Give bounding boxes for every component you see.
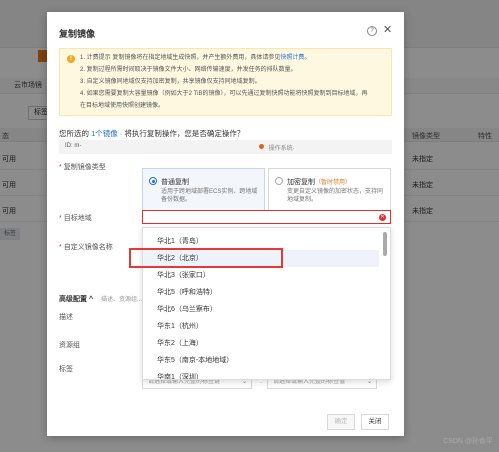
notice-text: 。 [304, 55, 311, 61]
close-icon[interactable]: ✕ [383, 24, 392, 36]
notice-line-4: 4. 如果您需要复制大容量镜像（例如大于2 TiB的镜像），可以先通过复制快照功… [80, 91, 368, 97]
normal-copy-option[interactable]: 普通复制 适用于跨地域部署ECS实例、跨地域备份数据。 [142, 168, 265, 212]
image-id: ID: m- [65, 143, 82, 149]
copy-image-dialog: 复制镜像 ? ✕ ! 1. 计费提示 复制镜像将在指定地域生成快照，并产生额外费… [47, 12, 404, 436]
help-icon[interactable]: ? [367, 26, 377, 36]
close-button[interactable]: 关闭 [361, 414, 389, 430]
image-os: · 操作系统· [265, 146, 295, 152]
region-option[interactable]: 华北5（呼和浩特） [143, 284, 379, 301]
clear-icon[interactable]: ✕ [379, 214, 386, 221]
tag-label: 标签 [59, 366, 73, 373]
custom-name-label: * 自定义镜像名称 [59, 244, 113, 251]
resource-group-label: 资源组 [59, 342, 80, 349]
advanced-config-summary: 描述、资源组... [101, 297, 143, 303]
encrypted-copy-radio[interactable] [275, 177, 283, 185]
confirm-button[interactable]: 确定 [327, 414, 355, 430]
confirm-question: 您所选的 1个镜像 · 将执行复制操作，您是否确定操作？ [59, 128, 244, 139]
warning-icon: ! [67, 55, 75, 63]
encrypted-copy-option[interactable]: 加密复制（暂时禁用） 变更自定义镜像的加密状态，支持同地域复制。 [268, 168, 391, 212]
image-id-bar: ID: m- · 操作系统· [59, 140, 392, 154]
advanced-config-toggle[interactable]: 高级配置 ^ [59, 294, 93, 304]
annotation-highlight-box [129, 248, 283, 268]
normal-copy-title: 普通复制 [161, 179, 189, 186]
description-label: 描述 [59, 314, 73, 321]
target-region-select[interactable]: ✕ [142, 210, 391, 224]
confirm-suffix: · 将执行复制操作，您是否确定操作？ [117, 129, 245, 138]
encrypted-copy-desc: 变更自定义镜像的加密状态，支持同地域复制。 [287, 189, 384, 203]
notice-line-1: 1. 计费提示 复制镜像将在指定地域生成快照，并产生额外费用，具体请参见快照计费… [80, 54, 310, 62]
selected-images-link[interactable]: 1个镜像 [91, 129, 118, 138]
target-region-label: * 目标地域 [59, 215, 92, 222]
region-option[interactable]: 华东2（上海） [143, 335, 379, 352]
notice-box: ! 1. 计费提示 复制镜像将在指定地域生成快照，并产生额外费用，具体请参见快照… [59, 48, 392, 116]
notice-line-2: 2. 复制过程所需时间取决于镜像文件大小、网络传输速度，并发任务的排队数量。 [80, 67, 297, 73]
confirm-prefix: 您所选的 [59, 129, 92, 138]
notice-line-5: 在目标地域使用快照创建镜像。 [80, 103, 165, 109]
dropdown-scrollbar[interactable] [383, 232, 387, 256]
os-icon [259, 144, 264, 149]
encrypted-copy-title: 加密复制（暂时禁用） [287, 179, 352, 186]
normal-copy-desc: 适用于跨地域部署ECS实例、跨地域备份数据。 [161, 189, 258, 203]
region-option[interactable]: 华北3（张家口） [143, 267, 379, 284]
copy-type-label: * 复制镜像类型 [59, 164, 106, 171]
notice-line-3: 3. 自定义镜像同地域仅支持加密复制，共享镜像仅支持同地域复制。 [80, 79, 261, 85]
region-option[interactable]: 华东5（南京-本地地域） [143, 352, 379, 369]
notice-text: 1. 计费提示 复制镜像将在指定地域生成快照，并产生额外费用，具体请参见 [80, 55, 281, 61]
region-option[interactable]: 华东1（杭州） [143, 318, 379, 335]
watermark: CSDN @孙俞平 [443, 438, 493, 445]
region-option[interactable]: 华南1（深圳） [143, 369, 379, 379]
snapshot-billing-link[interactable]: 快照计费 [280, 55, 304, 61]
region-option[interactable]: 华北6（乌兰察布） [143, 301, 379, 318]
dialog-title: 复制镜像 [59, 29, 96, 39]
normal-copy-radio[interactable] [149, 177, 157, 185]
